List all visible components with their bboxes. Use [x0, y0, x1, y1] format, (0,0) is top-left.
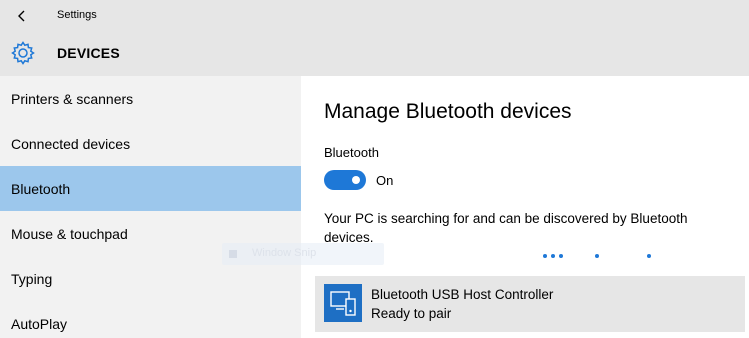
device-name: Bluetooth USB Host Controller [371, 287, 554, 302]
search-description: Your PC is searching for and can be disc… [324, 211, 688, 245]
gear-icon [11, 41, 35, 65]
window-snip-overlay: Window Snip [222, 243, 384, 265]
bluetooth-label: Bluetooth [324, 145, 379, 160]
app-title: Settings [57, 9, 97, 21]
main-content: Manage Bluetooth devices Bluetooth On Yo… [301, 76, 749, 338]
bluetooth-toggle[interactable] [324, 170, 366, 190]
sidebar-item-label: Typing [11, 270, 53, 287]
progress-dot [543, 254, 547, 258]
settings-window: Settings DEVICES Printers & scanners Con… [0, 0, 749, 338]
snip-label: Window Snip [252, 247, 317, 259]
sidebar-item-label: Mouse & touchpad [11, 225, 128, 242]
device-list-item[interactable]: Bluetooth USB Host Controller Ready to p… [315, 276, 745, 332]
progress-dot [647, 254, 651, 258]
toggle-knob [352, 176, 360, 184]
sidebar-item-connected-devices[interactable]: Connected devices [0, 121, 301, 166]
sidebar-item-label: Connected devices [11, 135, 131, 152]
sidebar-item-autoplay[interactable]: AutoPlay [0, 301, 301, 338]
page-title: Manage Bluetooth devices [324, 100, 572, 123]
sidebar: Printers & scanners Connected devices Bl… [0, 76, 301, 338]
sidebar-item-bluetooth[interactable]: Bluetooth [0, 166, 301, 211]
progress-dot [595, 254, 599, 258]
toggle-state-label: On [376, 173, 394, 188]
sidebar-item-printers-scanners[interactable]: Printers & scanners [0, 76, 301, 121]
device-status: Ready to pair [371, 306, 452, 321]
progress-dot [551, 254, 555, 258]
sidebar-item-label: Printers & scanners [11, 90, 134, 107]
back-arrow-icon [18, 10, 25, 22]
section-title: DEVICES [57, 45, 120, 61]
sidebar-item-label: AutoPlay [11, 315, 68, 332]
sidebar-item-label: Bluetooth [11, 180, 71, 197]
searching-progress-dots [531, 251, 661, 263]
back-button[interactable] [8, 4, 36, 28]
progress-dot [559, 254, 563, 258]
header: Settings DEVICES [0, 0, 749, 76]
device-icon [324, 284, 362, 322]
snip-icon [229, 250, 237, 258]
